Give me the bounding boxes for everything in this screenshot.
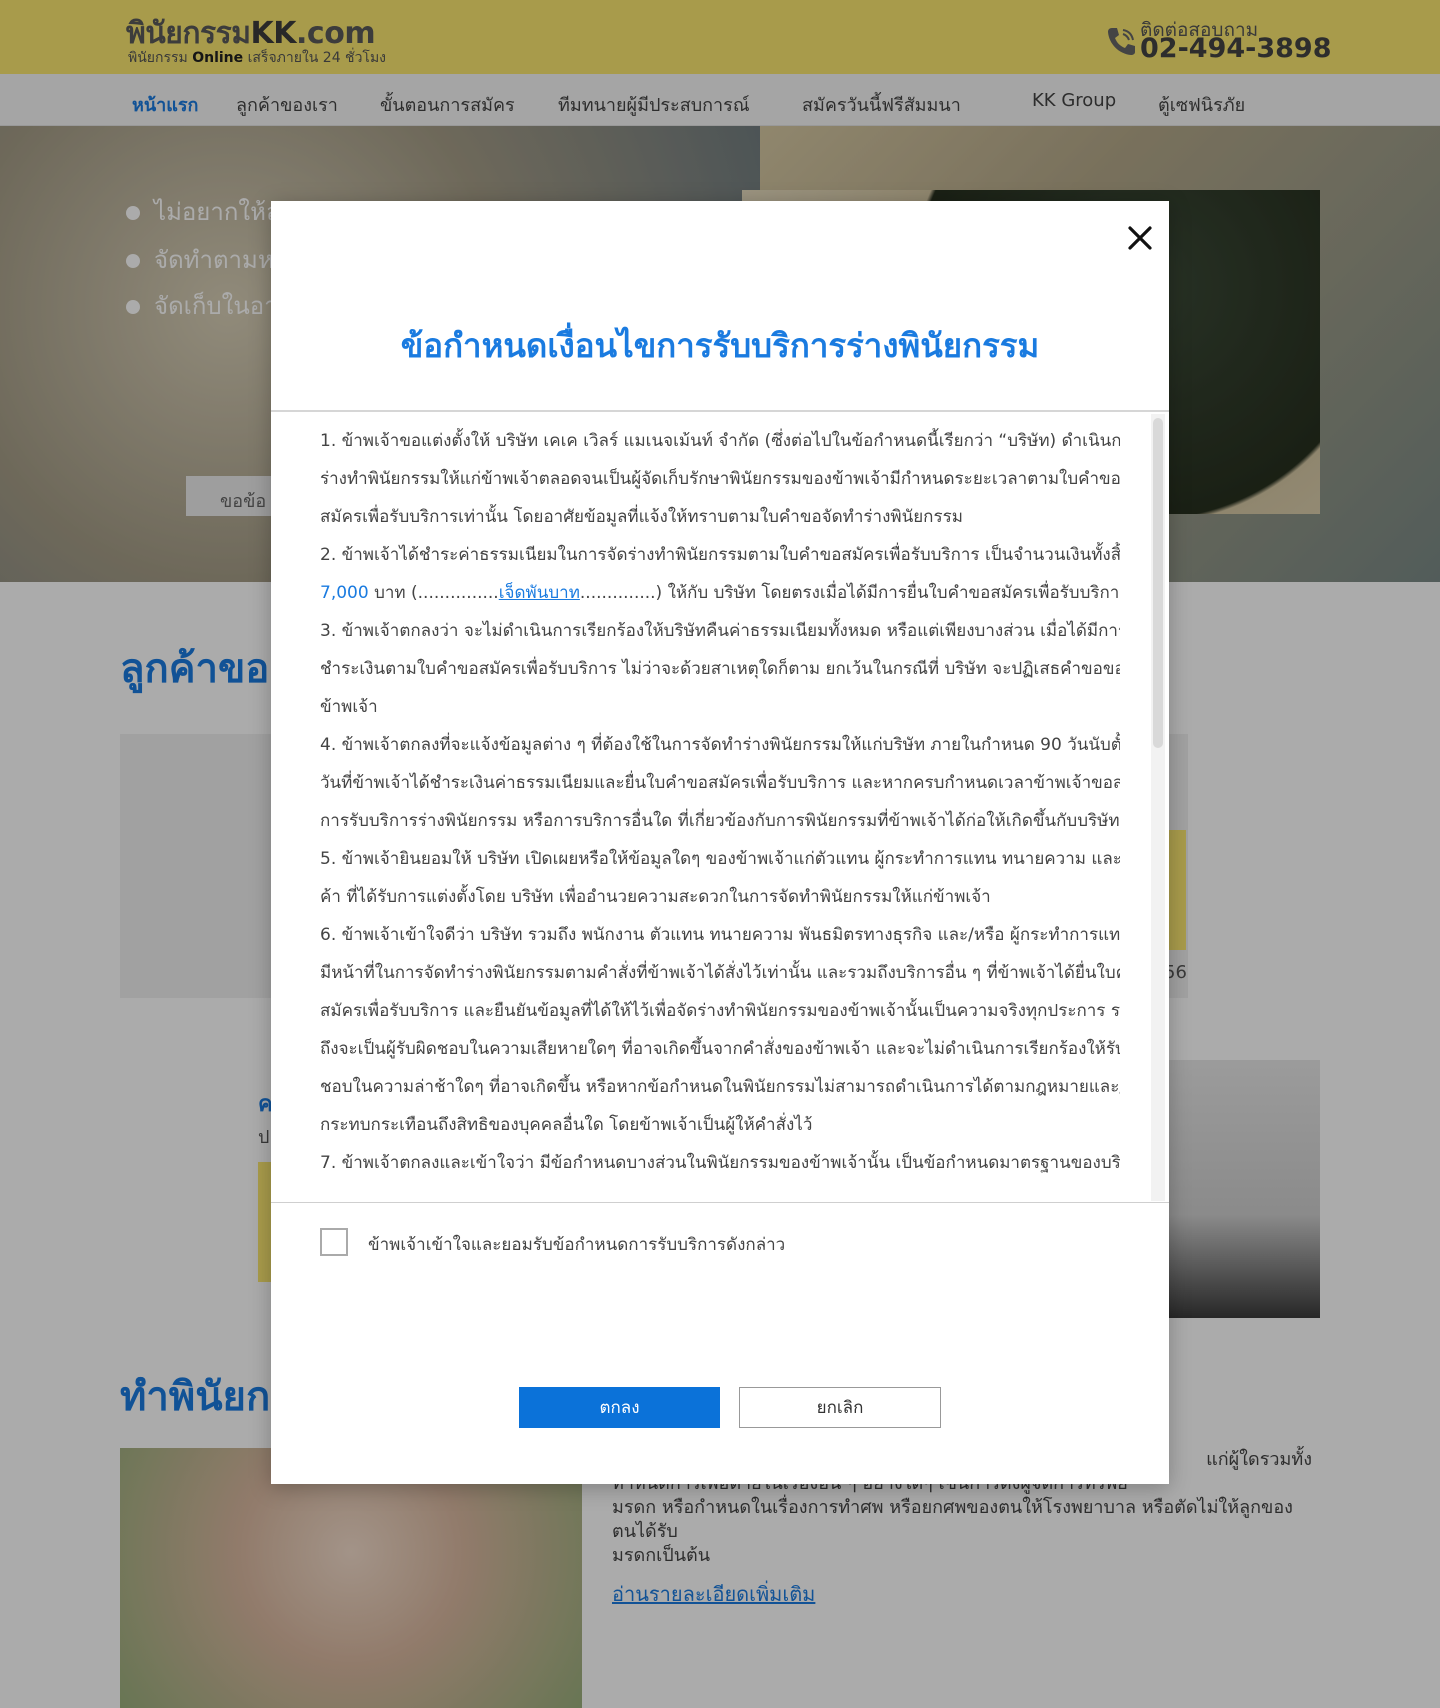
terms-amount-line: 7,000 บาท (...............เจ็ดพันบาท....… bbox=[320, 574, 1120, 612]
terms-divider bbox=[271, 1202, 1169, 1203]
terms-line: 3. ข้าพเจ้าตกลงว่า จะไม่ดำเนินการเรียกร้… bbox=[320, 621, 1120, 641]
terms-line: สมัครเพื่อรับบริการ และยืนยันข้อมูลที่ได… bbox=[320, 1001, 1120, 1021]
fee-rest: ..............) ให้กับ บริษัท โดยตรงเมื่… bbox=[579, 583, 1120, 603]
terms-line: ชำระเงินตามใบคำขอสมัครเพื่อรับบริการ ไม่… bbox=[320, 659, 1120, 679]
terms-line: สมัครเพื่อรับบริการเท่านั้น โดยอาศัยข้อม… bbox=[320, 507, 963, 527]
terms-scroll-area[interactable]: 1. ข้าพเจ้าขอแต่งตั้งให้ บริษัท เคเค เวิ… bbox=[271, 412, 1169, 1203]
fee-amount-text: เจ็ดพันบาท bbox=[498, 583, 580, 603]
terms-line: การรับบริการร่างพินัยกรรม หรือการบริการอ… bbox=[320, 811, 1120, 831]
agree-label[interactable]: ข้าพเจ้าเข้าใจและยอมรับข้อกำหนดการรับบริ… bbox=[368, 1231, 785, 1258]
terms-line: 5. ข้าพเจ้ายินยอมให้ บริษัท เปิดเผยหรือใ… bbox=[320, 849, 1120, 869]
terms-line: ค้า ที่ได้รับการแต่งตั้งโดย บริษัท เพื่อ… bbox=[320, 887, 991, 907]
terms-line: วันที่ข้าพเจ้าได้ชำระเงินค่าธรรมเนียมและ… bbox=[320, 773, 1120, 793]
agree-checkbox[interactable] bbox=[320, 1228, 348, 1256]
terms-line: กระทบกระเทือนถึงสิทธิของบุคคลอื่นใด โดยข… bbox=[320, 1115, 813, 1135]
close-icon[interactable] bbox=[1123, 221, 1157, 255]
ok-button[interactable]: ตกลง bbox=[519, 1387, 720, 1428]
terms-content: 1. ข้าพเจ้าขอแต่งตั้งให้ บริษัท เคเค เวิ… bbox=[320, 422, 1120, 1182]
terms-line: 7. ข้าพเจ้าตกลงและเข้าใจว่า มีข้อกำหนดบา… bbox=[320, 1153, 1120, 1173]
terms-line: ร่างทำพินัยกรรมให้แก่ข้าพเจ้าตลอดจนเป็นผ… bbox=[320, 469, 1120, 489]
cancel-button[interactable]: ยกเลิก bbox=[739, 1387, 941, 1428]
terms-line: 4. ข้าพเจ้าตกลงที่จะแจ้งข้อมูลต่าง ๆ ที่… bbox=[320, 735, 1120, 755]
terms-line: 1. ข้าพเจ้าขอแต่งตั้งให้ บริษัท เคเค เวิ… bbox=[320, 431, 1120, 451]
terms-modal: ข้อกำหนดเงื่อนไขการรับบริการร่างพินัยกรร… bbox=[271, 201, 1169, 1484]
terms-line: มีหน้าที่ในการจัดทำร่างพินัยกรรมตามคำสั่… bbox=[320, 963, 1120, 983]
fee-unit: บาท (............... bbox=[368, 583, 499, 603]
fee-amount: 7,000 bbox=[320, 583, 369, 603]
modal-title: ข้อกำหนดเงื่อนไขการรับบริการร่างพินัยกรร… bbox=[400, 326, 1040, 365]
terms-line: ข้าพเจ้า bbox=[320, 697, 378, 717]
terms-line: 2. ข้าพเจ้าได้ชำระค่าธรรมเนียมในการจัดร่… bbox=[320, 545, 1120, 565]
terms-line: 6. ข้าพเจ้าเข้าใจดีว่า บริษัท รวมถึง พนั… bbox=[320, 925, 1120, 945]
terms-line: ถึงจะเป็นผู้รับผิดชอบในความเสียหายใดๆ ที… bbox=[320, 1039, 1120, 1059]
scrollbar-thumb[interactable] bbox=[1153, 418, 1163, 748]
terms-line: ชอบในความล่าช้าใดๆ ที่อาจเกิดขึ้น หรือหา… bbox=[320, 1077, 1120, 1097]
